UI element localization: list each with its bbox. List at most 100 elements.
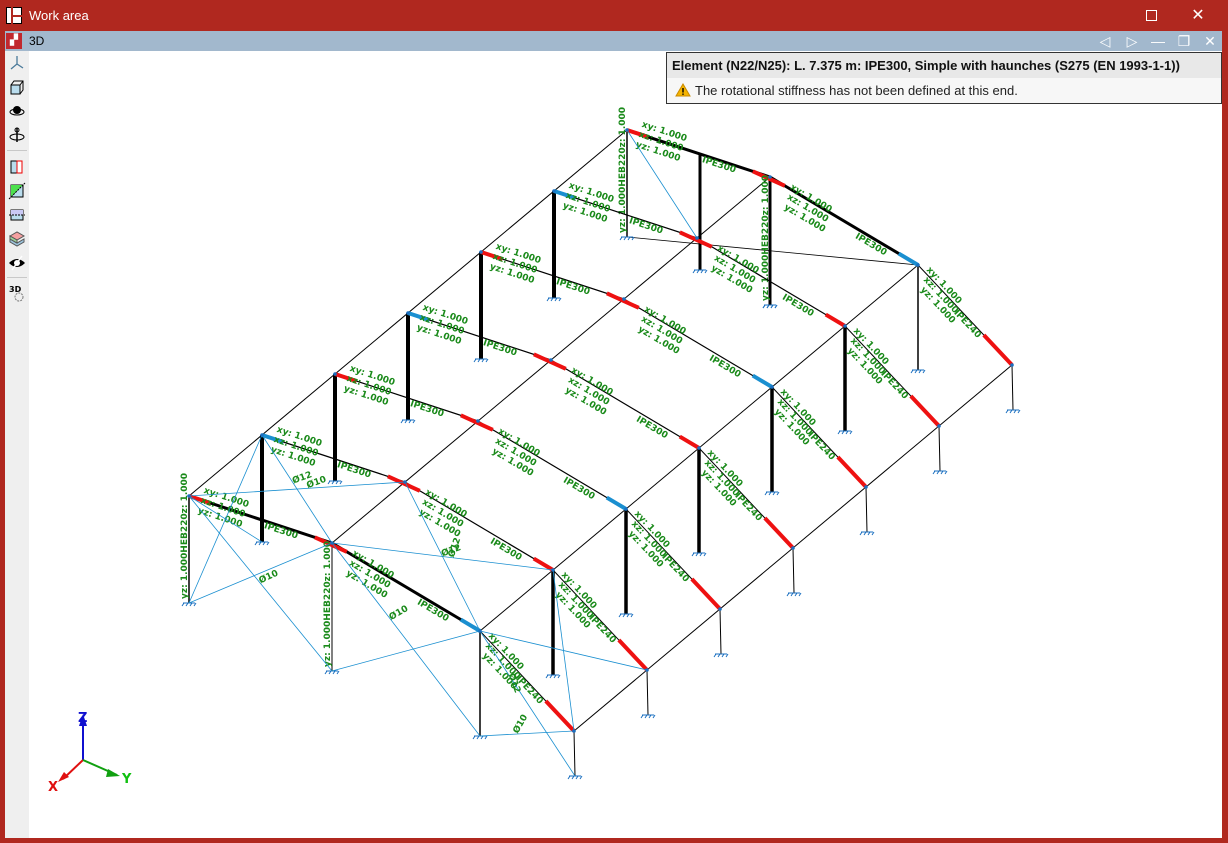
section-blue-icon[interactable] — [8, 206, 26, 224]
warning-icon — [675, 83, 691, 97]
section-label: IPE300 — [482, 338, 518, 358]
support-icon — [472, 735, 488, 740]
bracing-rod — [479, 630, 576, 777]
restore-view-button[interactable]: ❐ — [1175, 32, 1193, 50]
node — [695, 236, 699, 240]
column-label: yz: 1.000HEB220z: 1.000 — [323, 541, 333, 667]
haunch-segment — [617, 638, 649, 672]
support-icon — [618, 613, 634, 618]
support-icon — [619, 236, 635, 241]
3d-settings-icon[interactable]: 3D — [8, 284, 26, 302]
axes-icon[interactable] — [8, 54, 26, 72]
section-green-icon[interactable] — [8, 182, 26, 200]
section-label: IPE300 — [561, 476, 596, 502]
3d-view-icon: ▞ — [6, 33, 22, 49]
column-label: yz: 1.000HEB220z: 1.000 — [180, 473, 190, 599]
section-label: IPE240 — [732, 491, 763, 523]
leanto-column — [719, 608, 722, 655]
close-view-button[interactable]: ✕ — [1201, 32, 1219, 50]
section-red-icon[interactable] — [8, 158, 26, 176]
bracing-rod — [479, 730, 575, 737]
tooltip-message-row: The rotational stiffness has not been de… — [667, 78, 1221, 98]
support-icon — [327, 480, 343, 485]
node — [1010, 363, 1014, 367]
support-icon — [910, 369, 926, 374]
support-icon — [691, 552, 707, 557]
layers-icon[interactable] — [8, 230, 26, 248]
minimize-view-button[interactable]: — — [1149, 32, 1167, 50]
support-icon — [324, 670, 340, 675]
support-icon — [473, 358, 489, 363]
node — [697, 446, 701, 450]
support-icon — [567, 775, 583, 780]
structure-model[interactable]: xy: 1.000xz: 1.000yz: 1.000IPE300xy: 1.0… — [29, 51, 1222, 838]
haunch-segment — [751, 373, 774, 389]
section-label: IPE240 — [805, 430, 836, 462]
next-icon: ▷ — [1126, 33, 1138, 49]
haunch-segment — [533, 352, 567, 371]
orbit-icon[interactable] — [8, 102, 26, 120]
restore-icon: ❐ — [1177, 33, 1191, 49]
haunch-segment — [460, 413, 494, 432]
section-label: IPE300 — [707, 354, 742, 380]
axis-label-y: Y — [121, 772, 132, 787]
support-icon — [545, 674, 561, 679]
node — [937, 424, 941, 428]
node — [552, 189, 556, 193]
element-tooltip: Element (N22/N25): L. 7.375 m: IPE300, S… — [666, 52, 1222, 104]
close-button[interactable]: ✕ — [1183, 4, 1213, 28]
haunch-segment — [678, 434, 701, 450]
section-label: IPE240 — [659, 552, 690, 584]
bracing-rod — [188, 542, 333, 604]
node — [478, 629, 482, 633]
support-icon — [400, 419, 416, 424]
y-arrow-icon — [106, 769, 120, 777]
node — [187, 494, 191, 498]
previous-icon: ◁ — [1099, 33, 1111, 49]
support-icon — [786, 592, 802, 597]
node — [260, 433, 264, 437]
maximize-icon — [1145, 10, 1157, 22]
section-label: IPE240 — [951, 308, 982, 340]
node — [843, 324, 847, 328]
hide-icon[interactable] — [8, 254, 26, 272]
section-label: IPE300 — [780, 293, 815, 319]
support-icon — [181, 602, 197, 607]
leanto-column — [646, 669, 649, 716]
support-icon — [837, 430, 853, 435]
support-icon — [859, 531, 875, 536]
support-icon — [762, 304, 778, 309]
3d-viewport[interactable]: xy: 1.000 xz: 1.000 yz: 1.000 IPE300 xy: 1.0… — [29, 51, 1222, 838]
node — [622, 297, 626, 301]
haunch-segment — [763, 516, 795, 550]
rotate-axis-icon[interactable] — [8, 126, 26, 144]
view-title: 3D — [29, 34, 45, 48]
node — [476, 419, 480, 423]
section-label: IPE300 — [488, 537, 523, 563]
haunch-segment — [824, 312, 847, 328]
bracing-rod — [331, 542, 481, 737]
window-title: Work area — [29, 8, 89, 23]
support-icon — [764, 491, 780, 496]
node — [549, 358, 553, 362]
haunch-segment — [387, 474, 421, 493]
section-label: IPE240 — [878, 369, 909, 401]
section-label: IPE240 — [586, 613, 617, 645]
axis-label-x: X — [48, 780, 58, 795]
next-button[interactable]: ▷ — [1123, 32, 1141, 50]
node — [916, 263, 920, 267]
node — [864, 485, 868, 489]
leanto-column — [573, 730, 576, 777]
brace-label: Ø10 — [387, 603, 410, 623]
maximize-button[interactable] — [1136, 4, 1166, 28]
tooltip-message: The rotational stiffness has not been de… — [695, 83, 1018, 98]
node — [403, 480, 407, 484]
node — [624, 507, 628, 511]
cube-view-icon[interactable] — [8, 78, 26, 96]
close-icon: ✕ — [1191, 7, 1205, 24]
previous-button[interactable]: ◁ — [1096, 32, 1114, 50]
minimize-icon: — — [1151, 33, 1165, 49]
section-label: IPE300 — [628, 216, 664, 236]
haunch-segment — [909, 394, 941, 428]
haunch-segment — [605, 495, 628, 511]
